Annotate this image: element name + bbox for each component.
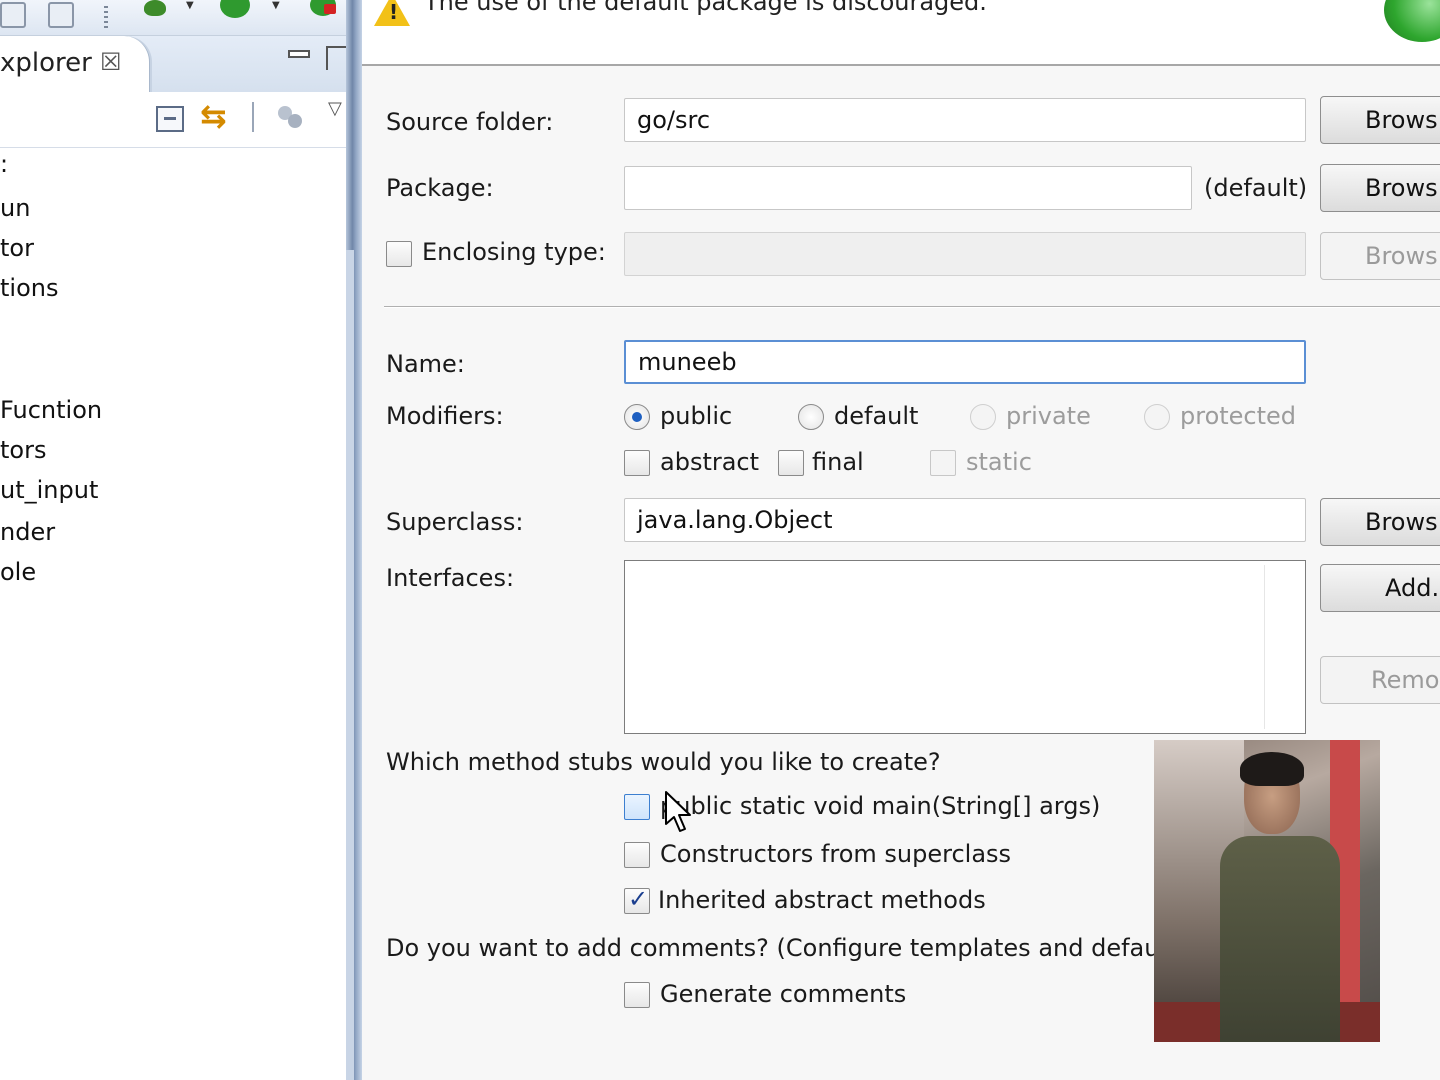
wizard-banner-icon: [1384, 0, 1440, 42]
main-method-label: public static void main(String[] args): [660, 792, 1101, 820]
protected-radio[interactable]: [1144, 404, 1170, 430]
save-icon[interactable]: [0, 2, 26, 28]
inherited-methods-label: Inherited abstract methods: [658, 886, 986, 914]
webcam-overlay: [1154, 740, 1380, 1042]
collapse-all-icon[interactable]: [156, 106, 184, 132]
webcam-person: [1220, 752, 1340, 1042]
tab-package-explorer[interactable]: xplorer ☒: [0, 36, 150, 92]
filter-icon[interactable]: [276, 102, 306, 132]
view-tab-bar: xplorer ☒: [0, 36, 348, 92]
mouse-cursor-icon: [665, 791, 691, 832]
package-label: Package:: [386, 174, 494, 202]
view-menu-icon[interactable]: ▽: [328, 98, 342, 119]
package-browse-button[interactable]: Brows: [1320, 164, 1440, 212]
static-checkbox-label: static: [966, 448, 1032, 476]
debug-dropdown-icon[interactable]: ▼: [186, 0, 194, 11]
remove-interface-button[interactable]: Remo: [1320, 656, 1440, 704]
run-icon[interactable]: [220, 0, 252, 20]
main-toolbar: ▼ ▼: [0, 0, 348, 36]
tree-item[interactable]: Fucntion: [0, 396, 102, 424]
add-interface-button[interactable]: Add.: [1320, 564, 1440, 612]
package-default-hint: (default): [1204, 174, 1308, 202]
generate-comments-label: Generate comments: [660, 980, 907, 1008]
tree-item[interactable]: tions: [0, 274, 58, 302]
tree-item[interactable]: tor: [0, 234, 34, 262]
main-method-checkbox[interactable]: [624, 794, 650, 820]
comments-question-text: Do you want to add comments? (Configure …: [386, 934, 1257, 962]
tree-item[interactable]: un: [0, 194, 30, 222]
package-input[interactable]: [624, 166, 1192, 210]
protected-radio-label: protected: [1180, 402, 1297, 430]
tree-item[interactable]: tors: [0, 436, 46, 464]
debug-icon[interactable]: [138, 0, 172, 20]
final-checkbox-label: final: [812, 448, 864, 476]
run-dropdown-icon[interactable]: ▼: [272, 0, 280, 11]
tab-label: xplorer: [0, 48, 92, 78]
superclass-label: Superclass:: [386, 508, 524, 536]
tree-item[interactable]: ut_input: [0, 476, 98, 504]
warning-icon: [374, 0, 410, 28]
message-bar: The use of the default package is discou…: [362, 0, 1440, 66]
form-separator: [384, 306, 1440, 308]
abstract-checkbox-label: abstract: [660, 448, 760, 476]
webcam-person-body: [1220, 836, 1340, 1042]
warning-message: The use of the default package is discou…: [424, 0, 987, 16]
name-label: Name:: [386, 350, 465, 378]
interfaces-label: Interfaces:: [386, 564, 515, 592]
source-folder-label: Source folder:: [386, 108, 554, 136]
interfaces-list[interactable]: [624, 560, 1306, 734]
scrollbar[interactable]: [346, 250, 354, 1080]
tree-item[interactable]: nder: [0, 518, 55, 546]
superclass-browse-button[interactable]: Brows: [1320, 498, 1440, 546]
enclosing-type-input[interactable]: [624, 232, 1306, 276]
constructors-label: Constructors from superclass: [660, 840, 1012, 868]
tree-item[interactable]: :: [0, 150, 8, 178]
private-radio[interactable]: [970, 404, 996, 430]
external-tools-icon[interactable]: [306, 0, 342, 22]
default-radio-label: default: [834, 402, 919, 430]
modifiers-label: Modifiers:: [386, 402, 504, 430]
method-stubs-question: Which method stubs would you like to cre…: [386, 748, 941, 776]
minimize-icon[interactable]: [288, 50, 310, 58]
static-checkbox[interactable]: [930, 450, 956, 476]
package-explorer-panel: ▼ ▼ xplorer ☒ ⇆ ▽ : un tor tions Fucntio…: [0, 0, 348, 1080]
close-icon[interactable]: ☒: [100, 48, 122, 76]
toolbar-separator: [252, 102, 254, 132]
abstract-checkbox[interactable]: [624, 450, 650, 476]
private-radio-label: private: [1006, 402, 1091, 430]
tree-item[interactable]: ole: [0, 558, 36, 586]
constructors-checkbox[interactable]: [624, 842, 650, 868]
source-folder-input[interactable]: go/src: [624, 98, 1306, 142]
generate-comments-checkbox[interactable]: [624, 982, 650, 1008]
inherited-methods-checkbox[interactable]: [624, 885, 650, 914]
public-radio-label: public: [660, 402, 733, 430]
enclosing-type-browse-button[interactable]: Brows: [1320, 232, 1440, 280]
final-checkbox[interactable]: [778, 450, 804, 476]
link-with-editor-icon[interactable]: ⇆: [200, 98, 240, 134]
source-folder-browse-button[interactable]: Brows: [1320, 96, 1440, 144]
public-radio[interactable]: [624, 404, 650, 430]
webcam-person-hair: [1240, 752, 1304, 786]
name-input[interactable]: muneeb: [624, 340, 1306, 384]
view-toolbar: ⇆ ▽: [0, 92, 348, 148]
superclass-input[interactable]: java.lang.Object: [624, 498, 1306, 542]
toolbar-separator: [104, 6, 108, 28]
maximize-icon[interactable]: [326, 46, 348, 70]
save-all-icon[interactable]: [48, 2, 74, 28]
enclosing-type-label: Enclosing type:: [422, 238, 606, 266]
default-radio[interactable]: [798, 404, 824, 430]
enclosing-type-checkbox[interactable]: [386, 241, 412, 267]
